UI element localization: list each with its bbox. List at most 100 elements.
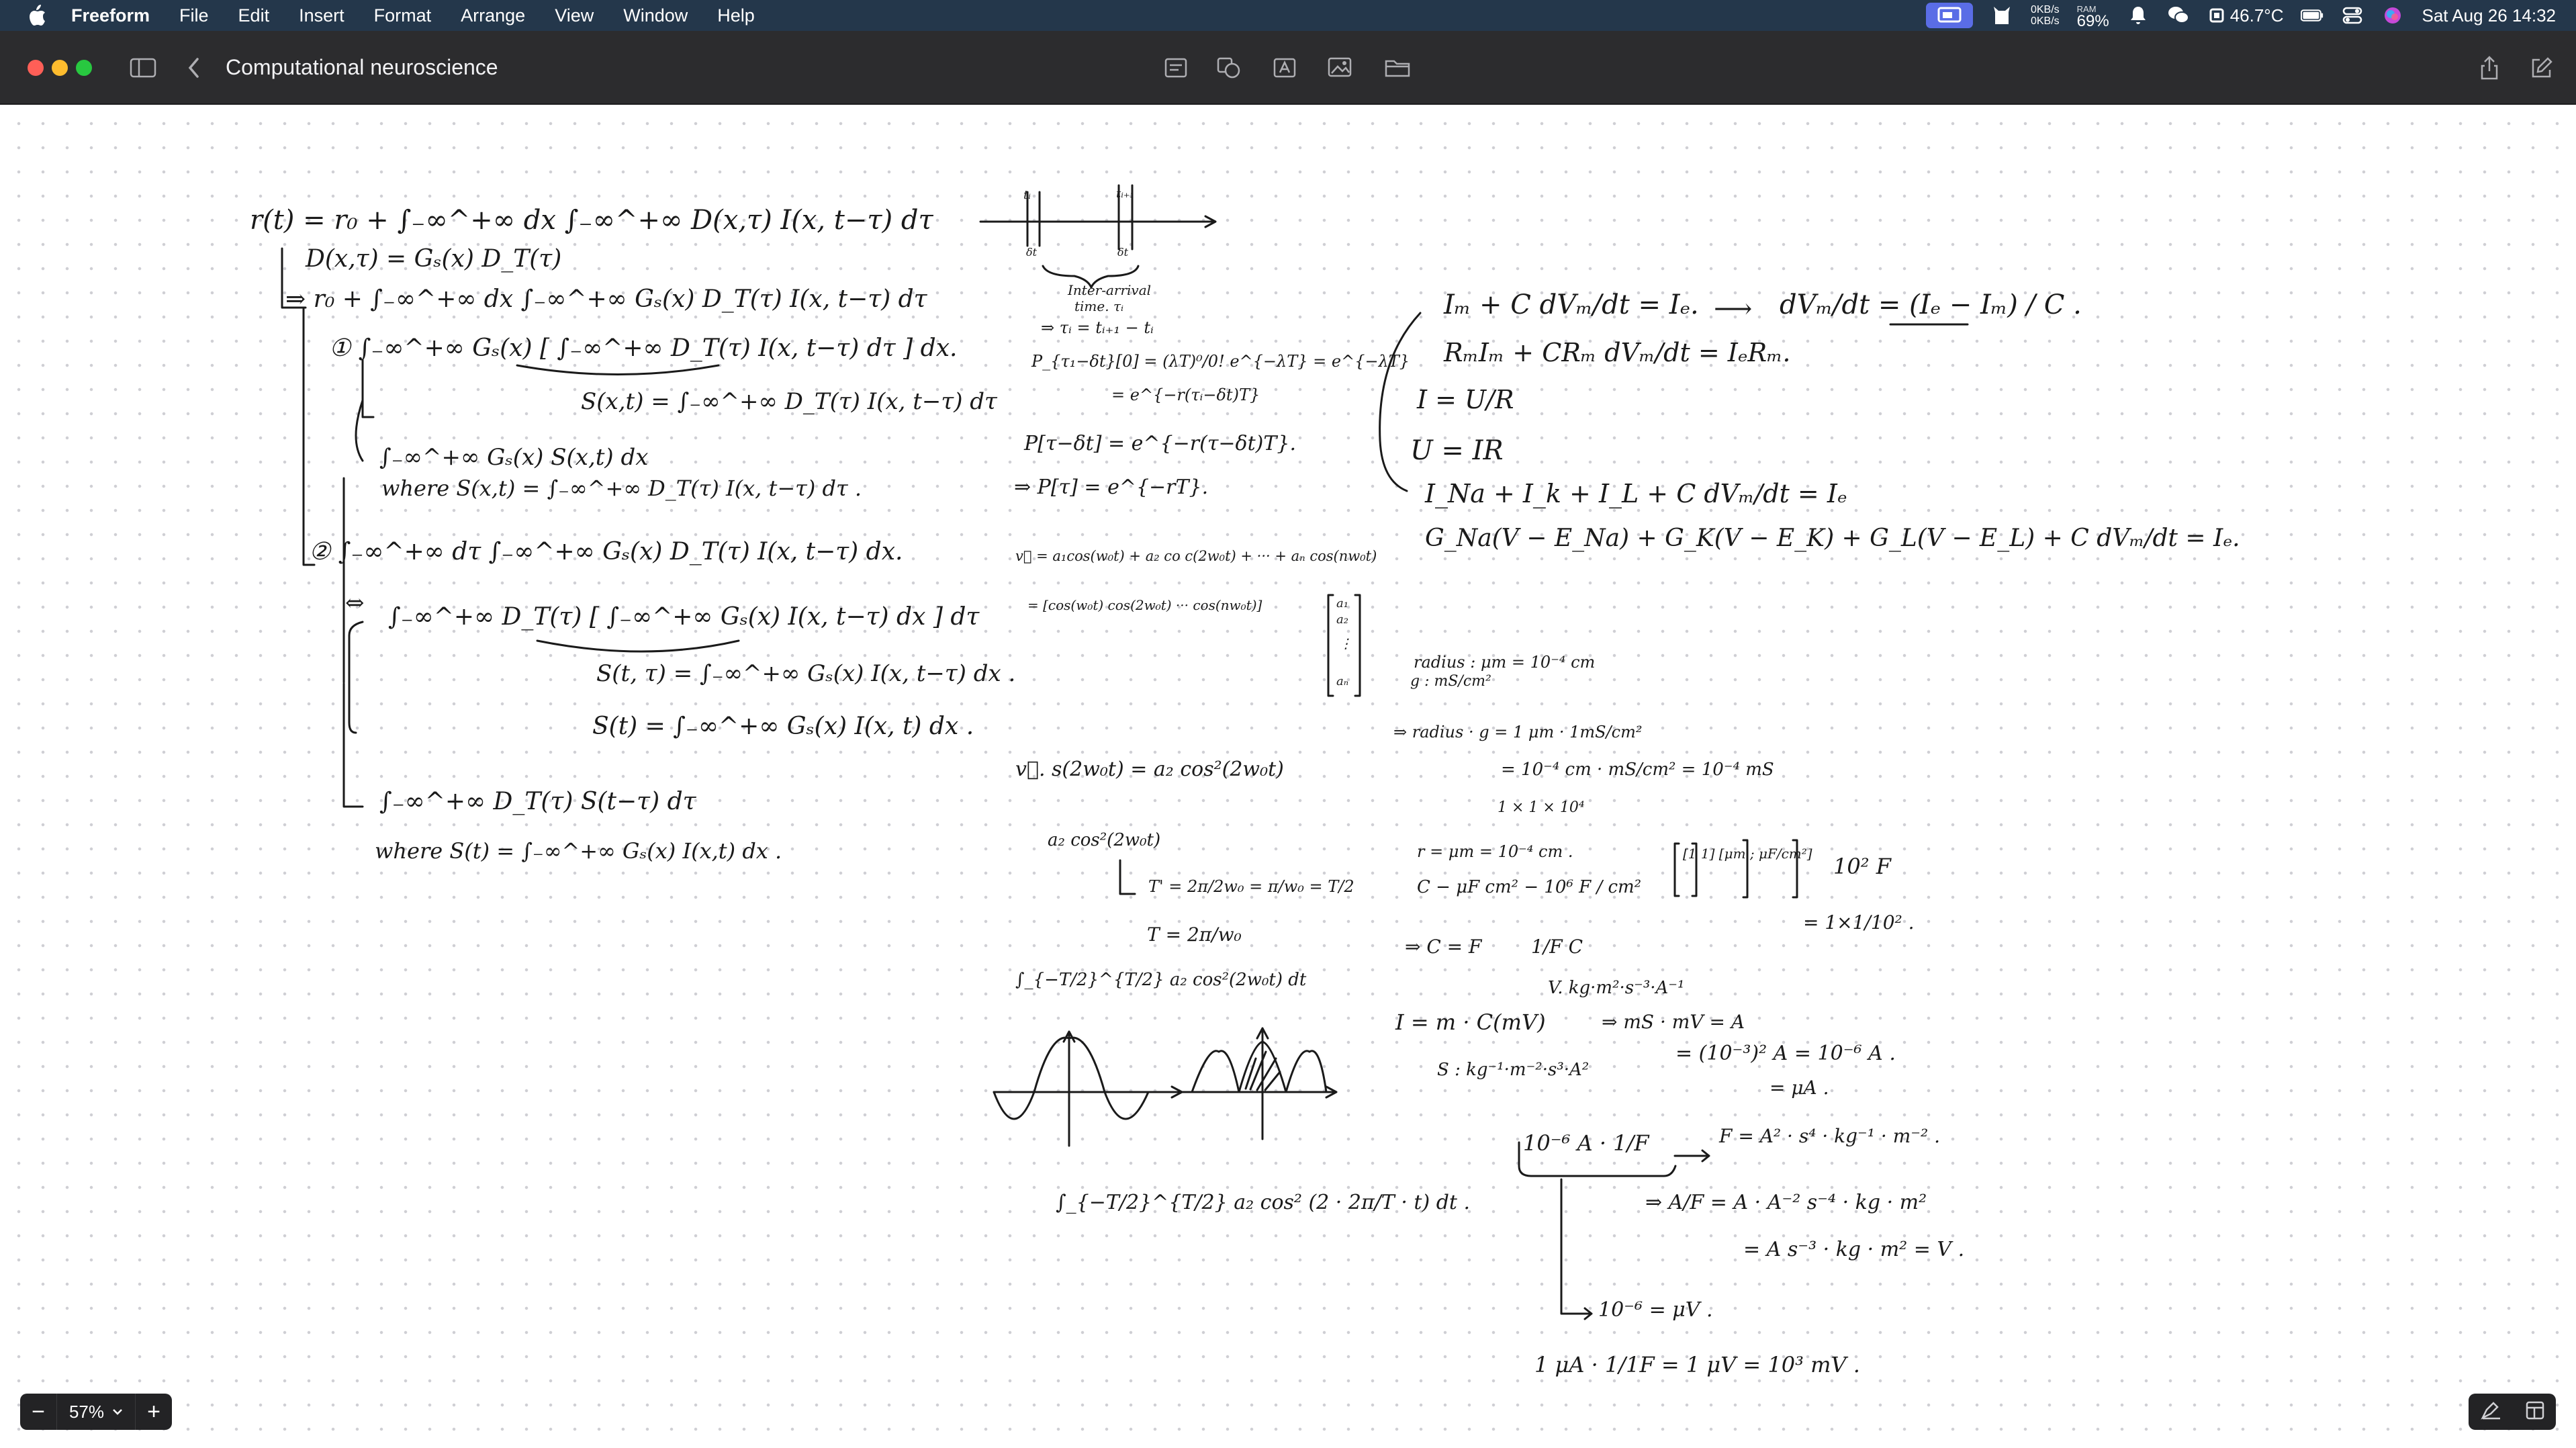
note-r-unit[interactable]: r = μm = 10⁻⁴ cm . [1417,844,1573,860]
insert-sticky-note-button[interactable] [1158,51,1194,85]
note-equivalent-arrow[interactable]: ⇔ [345,592,365,615]
menu-view[interactable]: View [555,5,594,26]
note-prob-tau[interactable]: ⇒ P[τ] = e^{−rT}. [1014,478,1208,498]
note-temporal-integral[interactable]: ∫₋∞^+∞ D_T(τ) S(t−τ) dτ [379,790,696,814]
vector-dots[interactable]: ⋮ [1339,637,1352,650]
note-ohms-law-current[interactable]: I = U/R [1417,387,1514,412]
cat-icon[interactable] [1990,4,2013,27]
note-volt-si-units[interactable]: V. kg·m²·s⁻³·A⁻¹ [1548,979,1684,997]
label-time-tau[interactable]: time. τᵢ [1074,300,1123,313]
vector-an[interactable]: aₙ [1336,676,1348,688]
note-microamp-over-farad[interactable]: 10⁻⁶ A · 1/F [1523,1132,1649,1154]
note-spatial-integral[interactable]: ∫₋∞^+∞ Gₛ(x) S(x,t) dx [379,446,648,469]
zoom-level-menu[interactable]: 57% [56,1394,136,1430]
menu-insert[interactable]: Insert [299,5,344,26]
control-center-icon[interactable] [2341,4,2364,27]
format-panel-button[interactable] [2525,1400,2545,1424]
share-button[interactable] [2471,51,2508,85]
apple-icon[interactable] [26,2,48,29]
note-radius-unit[interactable]: radius : μm = 10⁻⁴ cm [1414,654,1595,670]
note-cos-squared[interactable]: a₂ cos²(2w₀t) [1048,831,1160,849]
zoom-in-button[interactable]: + [136,1394,172,1430]
note-unit-matrix[interactable]: [1 1] [μm ; μF/cm²] [1683,847,1812,860]
siri-icon[interactable] [2381,4,2404,27]
insert-media-button[interactable] [1323,51,1359,85]
note-current-units[interactable]: I = m · C(mV) [1395,1011,1546,1033]
note-ionic-currents[interactable]: I_Na + I_k + I_L + C dVₘ/dt = Iₑ [1425,481,1847,506]
note-prob-tau-delta[interactable]: P[τ−δt] = e^{−r(τ−δt)T}. [1024,434,1296,454]
note-where-s-t[interactable]: where S(t) = ∫₋∞^+∞ Gₛ(x) I(x,t) dx . [375,840,782,862]
menu-app-freeform[interactable]: Freeform [71,5,150,26]
date-time[interactable]: Sat Aug 26 14:32 [2422,5,2556,26]
note-farad-si-units[interactable]: F = A² · s⁴ · kg⁻¹ · m⁻² . [1719,1127,1940,1146]
note-ratio[interactable]: = 1×1/10² . [1803,913,1915,932]
note-equals-microamp[interactable]: = μA . [1769,1079,1829,1097]
network-speed[interactable]: 0KB/s 0KB/s [2031,4,2060,27]
note-case-2-integral[interactable]: ② ∫₋∞^+∞ dτ ∫₋∞^+∞ Gₛ(x) D_T(τ) I(x, t−τ… [309,540,903,564]
label-delta-t-1[interactable]: δt [1026,247,1037,258]
label-inter-arrival[interactable]: Inter-arrival [1068,283,1151,297]
note-s-t-tau-definition[interactable]: S(t, τ) = ∫₋∞^+∞ Gₛ(x) I(x, t−τ) dx . [596,662,1015,685]
note-kernel-separation[interactable]: D(x,τ) = Gₛ(x) D_T(τ) [306,247,561,271]
note-one-over-f[interactable]: 1/F C [1531,938,1583,956]
note-integral-substituted[interactable]: ∫_{−T/2}^{T/2} a₂ cos² (2 · 2π/T · t) dt… [1056,1193,1470,1213]
note-final-unit-relation[interactable]: 1 μA · 1/1F = 1 μV = 10³ mV . [1534,1354,1860,1375]
screen-mirroring-icon[interactable] [1925,3,1973,28]
note-temporal-outer-integral[interactable]: ∫₋∞^+∞ D_T(τ) [ ∫₋∞^+∞ Gₛ(x) I(x, t−τ) d… [388,605,979,629]
menu-window[interactable]: Window [623,5,688,26]
note-capacitance-unit[interactable]: C − μF cm² − 10⁶ F / cm² [1417,878,1641,896]
note-period-half[interactable]: T' = 2π/2w₀ = π/w₀ = T/2 [1148,878,1354,895]
note-poisson-probability[interactable]: P_{τ₁−δt}[0] = (λT)⁰/0! e^{−λT} = e^{−λT… [1031,353,1410,369]
label-t-i[interactable]: tᵢ [1023,189,1031,201]
note-microamp-derivation[interactable]: = (10⁻³)² A = 10⁻⁶ A . [1675,1044,1896,1064]
note-s-xt-definition[interactable]: S(x,t) = ∫₋∞^+∞ D_T(τ) I(x, t−τ) dτ [581,390,997,413]
fullscreen-window-button[interactable] [76,60,92,76]
note-substituted-rate[interactable]: ⇒ r₀ + ∫₋∞^+∞ dx ∫₋∞^+∞ Gₛ(x) D_T(τ) I(x… [285,287,927,312]
menu-file[interactable]: File [179,5,209,26]
note-tau-difference[interactable]: ⇒ τᵢ = tᵢ₊₁ − tᵢ [1041,320,1154,336]
pen-tool-button[interactable] [2480,1400,2503,1424]
note-ms-times-mv[interactable]: ⇒ mS · mV = A [1602,1013,1745,1032]
note-conductance-unit[interactable]: g : mS/cm² [1410,674,1491,689]
menu-format[interactable]: Format [374,5,432,26]
insert-shape-button[interactable] [1211,51,1247,85]
note-poisson-exponent[interactable]: = e^{−r(τᵢ−δt)T} [1111,387,1260,403]
minimize-window-button[interactable] [52,60,68,76]
note-conductance-equation[interactable]: G_Na(V − E_Na) + G_K(V − E_K) + G_L(V − … [1425,527,2240,551]
note-siemens-si-units[interactable]: S : kg⁻¹·m⁻²·s³·A² [1437,1061,1589,1079]
vector-a2[interactable]: a₂ [1336,614,1348,626]
insert-text-box-button[interactable] [1267,51,1303,85]
new-board-button[interactable] [2524,51,2560,85]
note-unit-conversion[interactable]: = 10⁻⁴ cm · mS/cm² = 10⁻⁴ mS [1501,761,1774,778]
note-s-t-definition[interactable]: S(t) = ∫₋∞^+∞ Gₛ(x) I(x, t) dx . [592,715,974,739]
back-button[interactable] [176,51,212,85]
note-implication-arrow[interactable]: ⟶ [1714,296,1752,322]
note-cosine-row-vector[interactable]: = [cos(w₀t) cos(2w₀t) ··· cos(nw₀t)] [1027,598,1262,612]
menu-edit[interactable]: Edit [238,5,270,26]
bell-icon[interactable] [2127,4,2150,27]
insert-file-button[interactable] [1379,51,1416,85]
note-period[interactable]: T = 2π/w₀ [1147,925,1242,944]
wechat-icon[interactable] [2167,4,2190,27]
menu-help[interactable]: Help [717,5,755,26]
note-where-s-xt[interactable]: where S(x,t) = ∫₋∞^+∞ D_T(τ) I(x, t−τ) d… [381,478,862,499]
freeform-canvas[interactable]: r(t) = r₀ + ∫₋∞^+∞ dx ∫₋∞^+∞ D(x,τ) I(x,… [0,105,2576,1448]
note-dv-dt-solution[interactable]: dVₘ/dt = (Iₑ − Iₘ) / C . [1780,291,2082,318]
note-product[interactable]: 1 × 1 × 10⁴ [1498,801,1585,815]
note-equals-microvolt[interactable]: 10⁻⁶ = μV . [1598,1300,1712,1320]
note-resistive-form[interactable]: RₘIₘ + CRₘ dVₘ/dt = IₑRₘ. [1444,340,1791,365]
battery-icon[interactable] [2301,4,2324,27]
sidebar-toggle-button[interactable] [125,51,161,85]
note-ohms-law-voltage[interactable]: U = IR [1410,437,1504,464]
label-t-i-plus-1[interactable]: tᵢ₊₁ [1116,188,1135,200]
note-c-equals-f[interactable]: ⇒ C = F [1405,938,1481,956]
zoom-out-button[interactable]: − [20,1394,56,1430]
ram-monitor[interactable]: RAM 69% [2077,3,2109,30]
note-fourier-series[interactable]: v⃗ = a₁cos(w₀t) + a₂ co c(2w₀t) + ··· + … [1015,549,1377,563]
menu-arrange[interactable]: Arrange [461,5,525,26]
note-100-farad[interactable]: 10² F [1833,856,1891,877]
note-equals-volt[interactable]: = A s⁻³ · kg · m² = V . [1743,1240,1964,1260]
note-firing-rate-equation[interactable]: r(t) = r₀ + ∫₋∞^+∞ dx ∫₋∞^+∞ D(x,τ) I(x,… [250,207,933,234]
vector-a1[interactable]: a₁ [1336,598,1348,610]
label-delta-t-2[interactable]: δt [1117,247,1128,258]
